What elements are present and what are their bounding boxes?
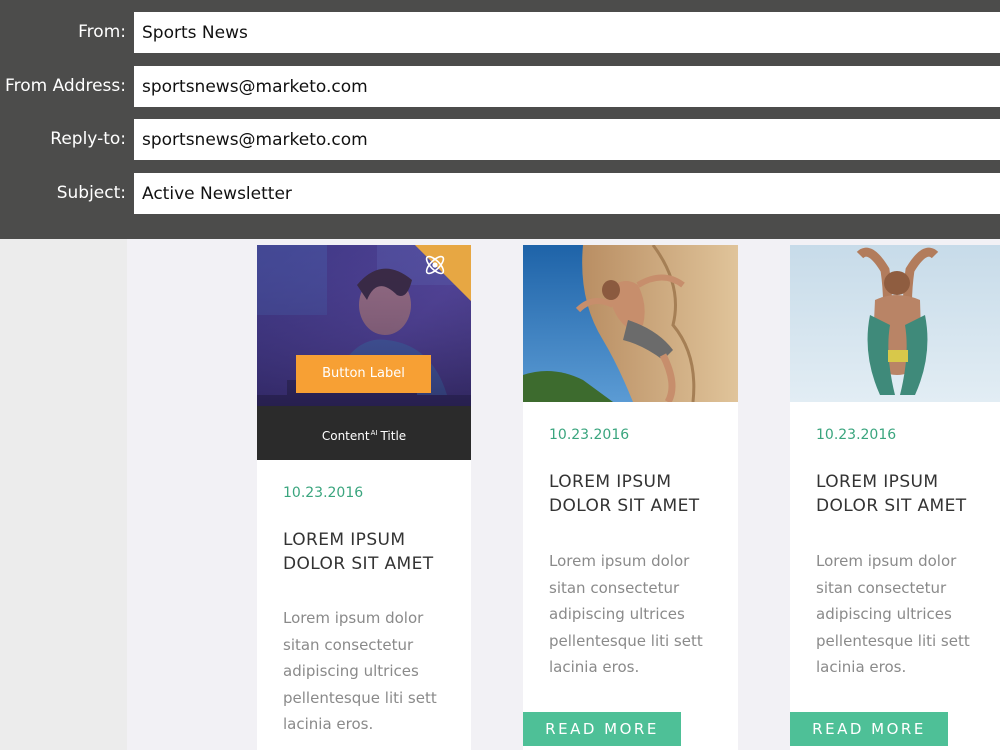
ai-superscript: AI: [370, 429, 378, 437]
card-3-read-more-button[interactable]: READ MORE: [790, 712, 948, 746]
card-2-date: 10.23.2016: [549, 427, 630, 443]
from-address-label: From Address:: [5, 76, 126, 96]
diver-photo: [790, 245, 1000, 402]
card-1-image: Button Label ContentAI Title: [257, 245, 471, 460]
email-settings-panel: From: From Address: Reply-to: Subject:: [0, 0, 1000, 239]
from-address-row: From Address:: [0, 66, 1000, 107]
subject-input[interactable]: [134, 173, 1000, 214]
article-card-1[interactable]: Button Label ContentAI Title 10.23.2016 L…: [257, 245, 471, 750]
article-card-2[interactable]: 10.23.2016 LOREM IPSUM DOLOR SIT AMET Lo…: [523, 245, 738, 750]
card-2-text: Lorem ipsum dolor sitan consectetur adip…: [549, 552, 703, 676]
card-3-title: LOREM IPSUM DOLOR SIT AMET: [816, 472, 967, 516]
atom-icon: [415, 245, 471, 301]
card-3-image: [790, 245, 1000, 402]
reply-to-input[interactable]: [134, 119, 1000, 160]
content-title-prefix: Content: [321, 429, 370, 443]
card-3-text: Lorem ipsum dolor sitan consectetur adip…: [816, 552, 970, 676]
card-1-title: LOREM IPSUM DOLOR SIT AMET: [283, 530, 434, 574]
dynamic-content-title: ContentAI Title: [257, 406, 471, 460]
subject-label: Subject:: [56, 183, 126, 203]
content-title-suffix: Title: [380, 429, 407, 443]
dynamic-button-label[interactable]: Button Label: [296, 355, 431, 393]
reply-to-row: Reply-to:: [0, 119, 1000, 160]
card-1-text: Lorem ipsum dolor sitan consectetur adip…: [283, 609, 437, 733]
from-address-input[interactable]: [134, 66, 1000, 107]
from-input[interactable]: [134, 12, 1000, 53]
from-row: From:: [0, 12, 1000, 53]
from-label: From:: [78, 22, 126, 42]
card-3-date: 10.23.2016: [816, 427, 897, 443]
subject-row: Subject:: [0, 173, 1000, 214]
card-1-date: 10.23.2016: [283, 485, 364, 501]
email-body: Button Label ContentAI Title 10.23.2016 L…: [127, 239, 1000, 750]
card-2-read-more-button[interactable]: READ MORE: [523, 712, 681, 746]
card-2-image: [523, 245, 738, 402]
rock-climber-photo: [523, 245, 738, 402]
reply-to-label: Reply-to:: [50, 129, 126, 149]
card-2-title: LOREM IPSUM DOLOR SIT AMET: [549, 472, 700, 516]
article-card-3[interactable]: 10.23.2016 LOREM IPSUM DOLOR SIT AMET Lo…: [790, 245, 1000, 750]
